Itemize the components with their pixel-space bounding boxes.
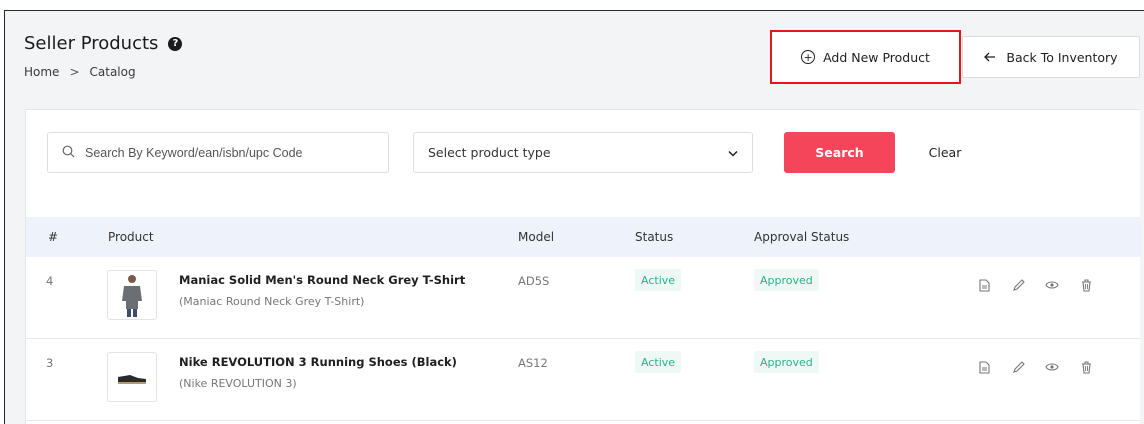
search-input[interactable] [85, 145, 375, 160]
column-header-status: Status [635, 230, 674, 244]
column-header-model: Model [518, 230, 555, 244]
breadcrumb: Home > Catalog [24, 65, 136, 79]
eye-icon[interactable] [1044, 277, 1060, 293]
breadcrumb-separator: > [69, 65, 80, 79]
column-header-product: Product [108, 230, 154, 244]
edit-pencil-icon[interactable] [1010, 277, 1026, 293]
search-field[interactable] [47, 132, 389, 173]
table-row: 3 Nike REVOLUTION 3 Running Shoes (Black… [26, 339, 1141, 421]
trash-icon[interactable] [1078, 277, 1094, 293]
chevron-down-icon [728, 145, 738, 160]
breadcrumb-catalog: Catalog [89, 65, 136, 79]
help-icon[interactable]: ? [168, 36, 183, 51]
row-number: 3 [46, 356, 54, 370]
document-icon[interactable] [976, 359, 992, 375]
page-title-text: Seller Products [24, 33, 159, 54]
page-title: Seller Products ? [24, 33, 183, 54]
trash-icon[interactable] [1078, 359, 1094, 375]
product-type-select-label: Select product type [428, 145, 551, 160]
product-name[interactable]: Maniac Solid Men's Round Neck Grey T-Shi… [179, 273, 465, 287]
breadcrumb-home[interactable]: Home [24, 65, 59, 79]
row-number: 4 [46, 274, 54, 288]
product-subtitle: (Nike REVOLUTION 3) [179, 377, 297, 390]
product-subtitle: (Maniac Round Neck Grey T-Shirt) [179, 295, 365, 308]
document-icon[interactable] [976, 277, 992, 293]
back-to-inventory-button[interactable]: Back To Inventory [962, 36, 1140, 78]
add-new-product-button[interactable]: + Add New Product [770, 30, 961, 84]
product-name[interactable]: Nike REVOLUTION 3 Running Shoes (Black) [179, 355, 457, 369]
status-badge: Active [635, 269, 682, 291]
shoe-image [107, 352, 157, 402]
back-to-inventory-label: Back To Inventory [1006, 49, 1118, 65]
product-type-select[interactable]: Select product type [413, 132, 753, 173]
add-new-product-label: Add New Product [823, 49, 930, 65]
table-header: # Product Model Status Approval Status [26, 217, 1141, 257]
product-model: AD5S [518, 274, 550, 288]
column-header-approval-status: Approval Status [754, 230, 850, 244]
eye-icon[interactable] [1044, 359, 1060, 375]
tshirt-image [107, 270, 157, 320]
products-card: Select product type Search Clear # Produ… [25, 109, 1141, 424]
plus-circle-icon: + [801, 50, 816, 64]
status-badge: Active [635, 351, 682, 373]
approval-badge: Approved [754, 351, 819, 373]
edit-pencil-icon[interactable] [1010, 359, 1026, 375]
search-button[interactable]: Search [784, 132, 895, 173]
clear-button[interactable]: Clear [920, 132, 970, 173]
product-model: AS12 [518, 356, 548, 370]
row-actions [976, 277, 1094, 293]
search-icon [62, 143, 75, 162]
table-row: 4 Maniac Solid Men's Round Neck Grey T-S… [26, 257, 1141, 339]
row-actions [976, 359, 1094, 375]
arrow-left-icon [984, 50, 996, 65]
approval-badge: Approved [754, 269, 819, 291]
column-header-num: # [48, 230, 59, 244]
